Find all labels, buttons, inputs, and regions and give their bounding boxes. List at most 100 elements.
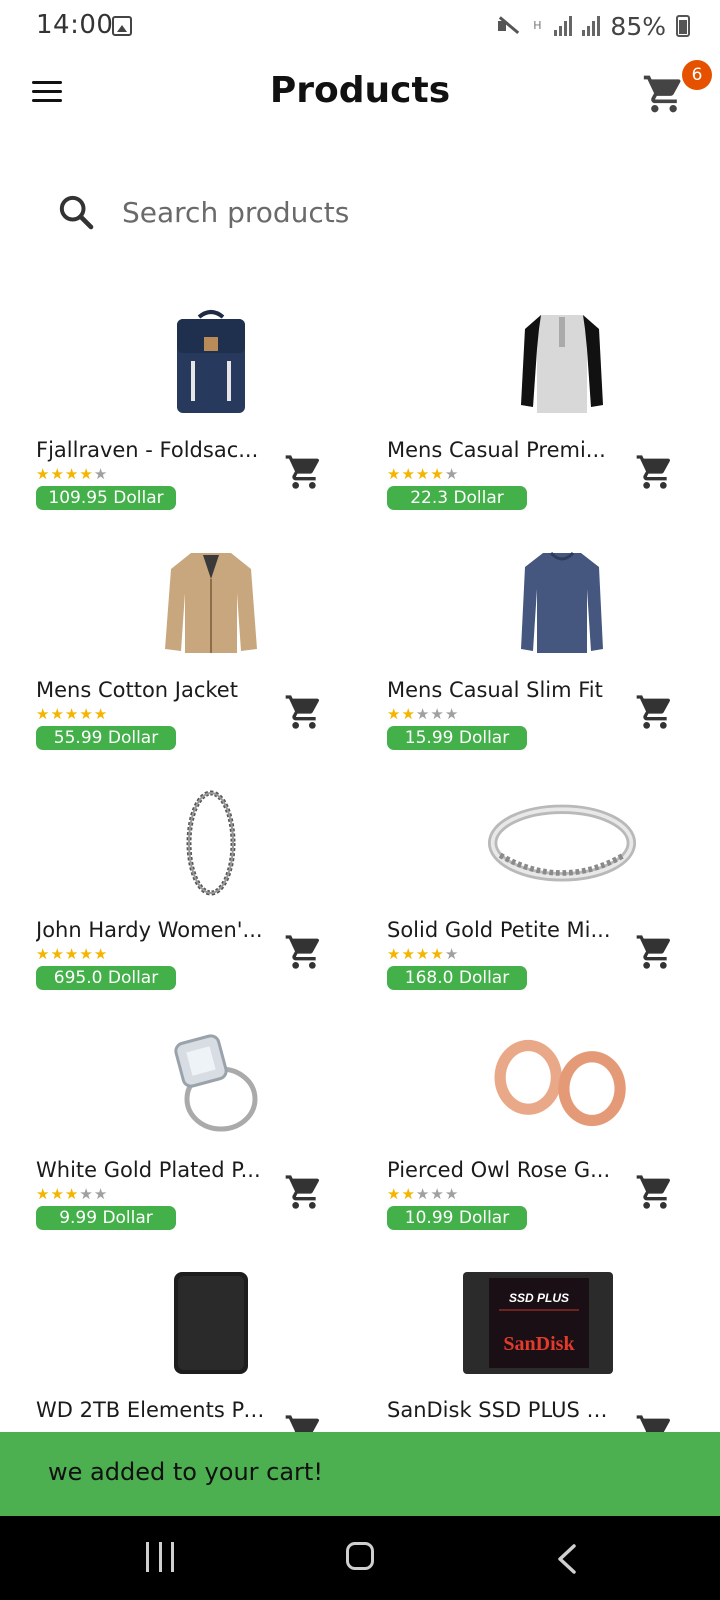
price-badge: 9.99 Dollar [36,1206,176,1230]
product-image-ssd: SSD PLUS SanDisk [463,1268,613,1378]
back-chevron-icon [558,1544,576,1574]
star-rating: ★ ★ ★ ★ ★ [36,466,107,482]
data-indicator-icon: H [533,19,542,32]
add-to-cart-button[interactable] [284,932,324,972]
star-icon: ★ [401,1185,415,1203]
product-name: Mens Cotton Jacket [36,678,238,702]
add-to-cart-button[interactable] [635,932,675,972]
star-icon: ★ [93,705,108,723]
snackbar-message: we added to your cart! [48,1458,323,1486]
price-badge: 10.99 Dollar [387,1206,527,1230]
product-card[interactable]: Mens Casual Slim Fit ★ ★ ★ ★ ★ 15.99 Dollar [387,540,720,760]
product-image-silver-ring [487,788,637,898]
product-name: Pierced Owl Rose G... [387,1158,611,1182]
add-to-cart-icon [636,695,671,729]
product-card[interactable]: John Hardy Women'... ★ ★ ★ ★ ★ 695.0 Dollar [36,780,376,1000]
product-card[interactable]: Solid Gold Petite Mi... ★ ★ ★ ★ ★ 168.0 Doll… [387,780,720,1000]
star-rating: ★ ★ ★ ★ ★ [387,466,458,482]
star-rating: ★ ★ ★ ★ ★ [36,706,107,722]
product-image-dragon-bracelet [136,788,286,898]
product-card[interactable]: Mens Casual Premi... ★ ★ ★ ★ ★ 22.3 Dollar [387,300,720,520]
star-icon: ★ [50,705,64,723]
star-icon: ★ [79,705,93,723]
star-icon: ★ [36,705,50,723]
star-icon: ★ [387,945,401,963]
product-image-rose-gold-plugs [487,1028,637,1138]
status-bar: 14:00 H 85% [0,0,720,52]
star-icon: ★ [36,465,50,483]
star-rating: ★ ★ ★ ★ ★ [387,1186,458,1202]
product-name: John Hardy Women'... [36,918,263,942]
signal-icon [554,16,573,36]
star-rating: ★ ★ ★ ★ ★ [387,706,458,722]
search-input[interactable] [120,194,624,230]
search-icon [59,195,94,230]
search-bar [56,184,656,240]
star-icon: ★ [387,465,401,483]
add-to-cart-button[interactable] [284,692,324,732]
product-image-external-drive [136,1268,286,1378]
star-icon: ★ [430,945,444,963]
star-icon: ★ [401,465,415,483]
star-icon: ★ [93,465,108,483]
product-image-backpack [136,308,286,418]
recents-button[interactable] [146,1542,174,1574]
price-badge: 15.99 Dollar [387,726,527,750]
ssd-label-text: SSD PLUS [509,1291,569,1305]
star-icon: ★ [64,1185,79,1203]
star-icon: ★ [79,1185,93,1203]
mute-icon [498,16,520,36]
product-name: WD 2TB Elements Po... [36,1398,268,1422]
add-to-cart-button[interactable] [284,452,324,492]
product-image-longsleeve-shirt [487,548,637,658]
battery-icon [676,15,690,37]
star-icon: ★ [444,465,459,483]
product-card[interactable]: Fjallraven - Foldsac... ★ ★ ★ ★ ★ 109.95 Dol… [36,300,376,520]
product-card[interactable]: Pierced Owl Rose G... ★ ★ ★ ★ ★ 10.99 Dollar [387,1020,720,1240]
status-time: 14:00 [36,10,114,40]
star-icon: ★ [50,1185,64,1203]
star-icon: ★ [36,945,50,963]
add-to-cart-button[interactable] [635,692,675,732]
cart-count-badge: 6 [682,60,712,90]
star-icon: ★ [415,465,430,483]
star-icon: ★ [50,945,64,963]
star-icon: ★ [387,705,401,723]
cart-button[interactable] [642,72,686,116]
star-icon: ★ [444,1185,459,1203]
home-button[interactable] [346,1542,374,1570]
price-badge: 695.0 Dollar [36,966,176,990]
shopping-cart-icon [643,75,681,113]
star-icon: ★ [444,945,459,963]
ssd-brand-text: SanDisk [503,1333,575,1355]
add-to-cart-icon [285,1175,320,1209]
star-icon: ★ [401,945,415,963]
star-icon: ★ [93,1185,108,1203]
star-rating: ★ ★ ★ ★ ★ [387,946,458,962]
product-name: Solid Gold Petite Mi... [387,918,611,942]
star-icon: ★ [415,1185,430,1203]
add-to-cart-icon [636,1175,671,1209]
add-to-cart-button[interactable] [284,1172,324,1212]
add-to-cart-icon [285,935,320,969]
add-to-cart-button[interactable] [635,452,675,492]
product-name: White Gold Plated P... [36,1158,261,1182]
product-image-raglan-shirt [487,308,637,418]
system-nav-bar [0,1516,720,1600]
add-to-cart-icon [636,935,671,969]
star-icon: ★ [79,945,93,963]
page-title: Products [269,70,451,111]
star-icon: ★ [387,1185,401,1203]
battery-percentage: 85% [610,11,666,41]
product-name: SanDisk SSD PLUS 1T... [387,1398,619,1422]
product-card[interactable]: Mens Cotton Jacket ★ ★ ★ ★ ★ 55.99 Dollar [36,540,376,760]
price-badge: 109.95 Dollar [36,486,176,510]
star-rating: ★ ★ ★ ★ ★ [36,946,107,962]
back-button[interactable] [554,1544,580,1574]
product-name: Mens Casual Premi... [387,438,606,462]
gallery-notification-icon [112,16,132,36]
product-card[interactable]: White Gold Plated P... ★ ★ ★ ★ ★ 9.99 Dollar [36,1020,376,1240]
add-to-cart-icon [285,455,320,489]
star-icon: ★ [36,1185,50,1203]
add-to-cart-button[interactable] [635,1172,675,1212]
